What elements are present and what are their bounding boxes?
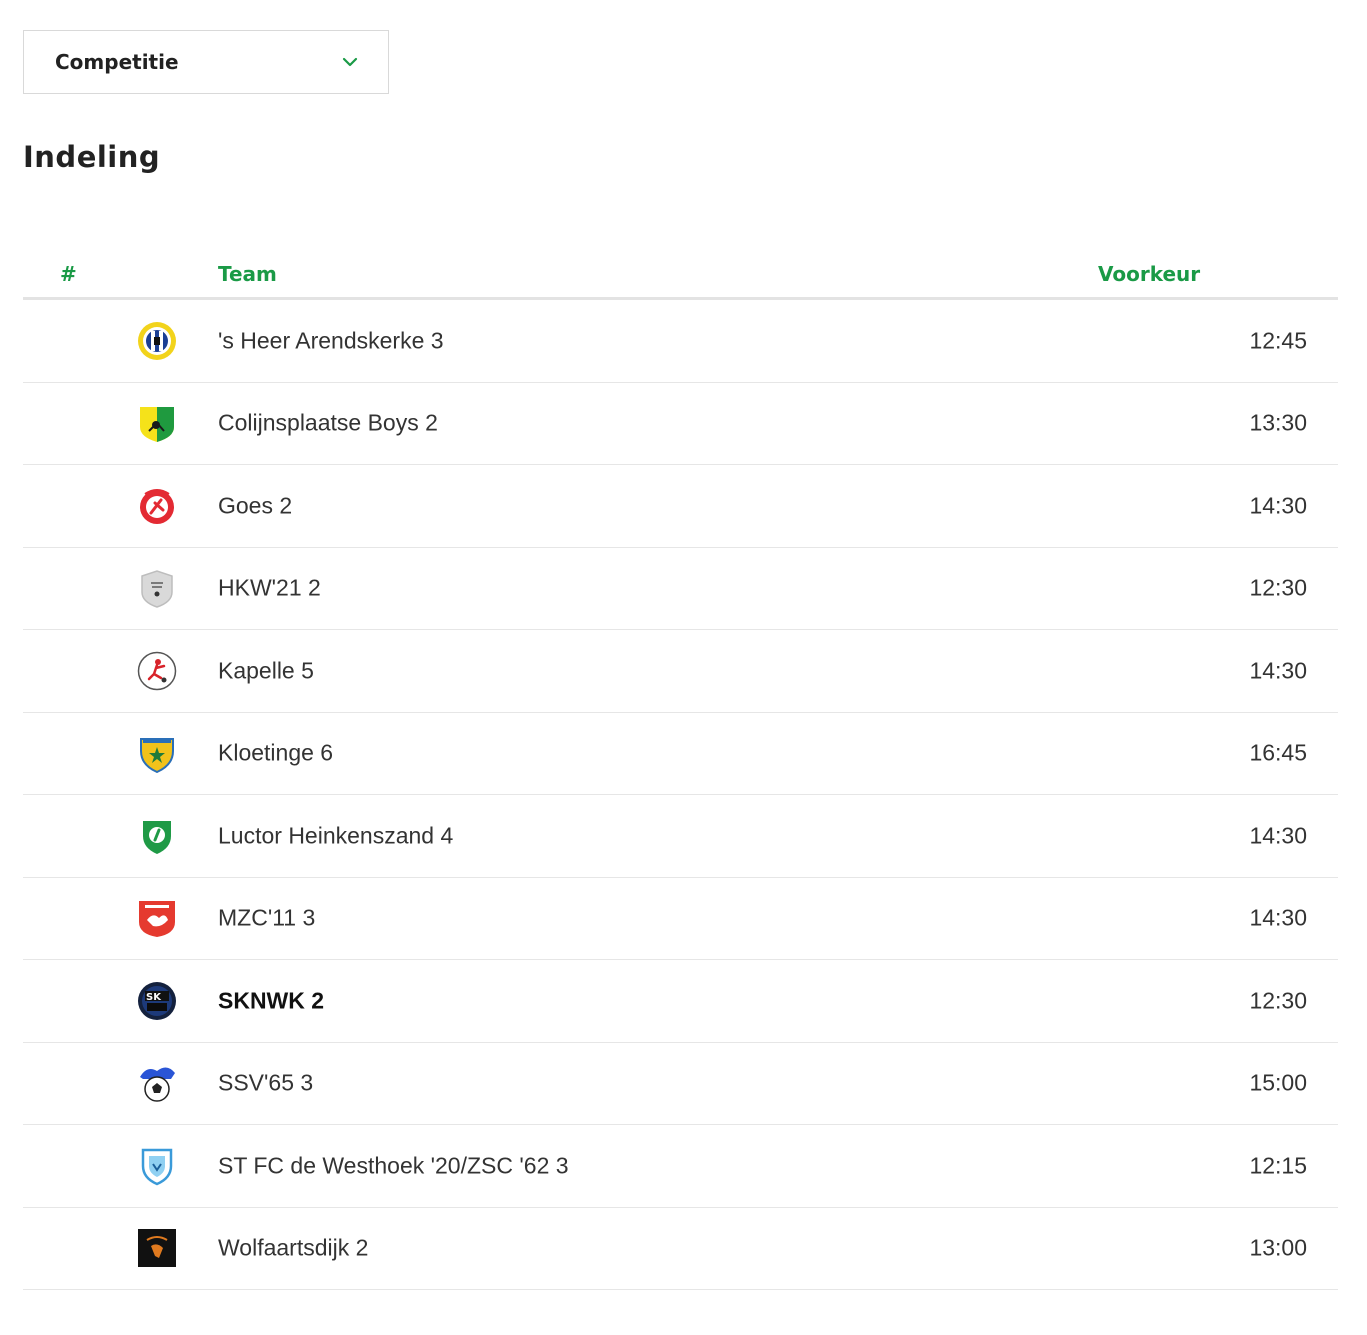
table-row[interactable]: SK SKNWK 2 12:30 (23, 960, 1338, 1043)
colijnsplaatse-logo-icon (137, 403, 177, 443)
preference-time: 12:30 (1249, 574, 1307, 601)
kloetinge-logo-icon (137, 733, 177, 774)
table-row[interactable]: SSV'65 3 15:00 (23, 1043, 1338, 1125)
table-row[interactable]: Kloetinge 6 16:45 (23, 713, 1338, 795)
mzc-logo-icon (137, 898, 177, 938)
competition-dropdown[interactable]: Competitie (23, 30, 389, 94)
team-name: Goes 2 (218, 492, 293, 519)
preference-time: 14:30 (1249, 657, 1307, 684)
column-header-preference: Voorkeur (1098, 262, 1201, 286)
sknwk-logo-icon: SK (137, 981, 177, 1021)
luctor-logo-icon (137, 816, 177, 856)
table-row[interactable]: Goes 2 14:30 (23, 465, 1338, 548)
preference-time: 12:15 (1249, 1152, 1307, 1179)
column-header-rank: # (60, 262, 77, 286)
team-name: SSV'65 3 (218, 1069, 314, 1096)
team-name: Luctor Heinkenszand 4 (218, 822, 454, 849)
goes-logo-icon (137, 486, 177, 526)
preference-time: 13:00 (1249, 1234, 1307, 1261)
westhoek-logo-icon (137, 1146, 177, 1186)
preference-time: 16:45 (1249, 739, 1307, 766)
table-row[interactable]: Wolfaartsdijk 2 13:00 (23, 1208, 1338, 1290)
table-row[interactable]: HKW'21 2 12:30 (23, 548, 1338, 630)
table-row[interactable]: Colijnsplaatse Boys 2 13:30 (23, 383, 1338, 465)
team-name: ST FC de Westhoek '20/ZSC '62 3 (218, 1152, 569, 1179)
kapelle-logo-icon (137, 651, 177, 691)
preference-time: 12:30 (1249, 987, 1307, 1014)
column-header-team: Team (218, 262, 277, 286)
table-row[interactable]: Luctor Heinkenszand 4 14:30 (23, 795, 1338, 878)
team-name: Wolfaartsdijk 2 (218, 1234, 369, 1261)
table-header: # Team Voorkeur (23, 248, 1338, 300)
preference-time: 14:30 (1249, 822, 1307, 849)
competition-dropdown-label: Competitie (55, 50, 179, 74)
preference-time: 15:00 (1249, 1069, 1307, 1096)
preference-time: 13:30 (1249, 409, 1307, 436)
no-logo-shield-icon (137, 568, 177, 609)
team-name: MZC'11 3 (218, 904, 316, 931)
preference-time: 12:45 (1249, 327, 1307, 354)
table-row[interactable]: MZC'11 3 14:30 (23, 878, 1338, 960)
team-name: Colijnsplaatse Boys 2 (218, 409, 438, 436)
table-row[interactable]: 's Heer Arendskerke 3 12:45 (23, 300, 1338, 383)
ssv-logo-icon (137, 1063, 177, 1103)
team-name: HKW'21 2 (218, 574, 321, 601)
chevron-down-icon (342, 57, 358, 67)
preference-time: 14:30 (1249, 904, 1307, 931)
sha-logo-icon (137, 321, 177, 361)
team-name: SKNWK 2 (218, 987, 325, 1014)
table-row[interactable]: ST FC de Westhoek '20/ZSC '62 3 12:15 (23, 1125, 1338, 1208)
svg-text:SK: SK (146, 992, 162, 1003)
standings-table: # Team Voorkeur 's Heer Arendskerke 3 12… (23, 248, 1338, 1290)
team-name: 's Heer Arendskerke 3 (218, 327, 444, 354)
table-row[interactable]: Kapelle 5 14:30 (23, 630, 1338, 713)
page-title: Indeling (23, 140, 161, 174)
wolfaartsdijk-logo-icon (137, 1228, 177, 1268)
team-name: Kapelle 5 (218, 657, 314, 684)
preference-time: 14:30 (1249, 492, 1307, 519)
team-name: Kloetinge 6 (218, 739, 334, 766)
